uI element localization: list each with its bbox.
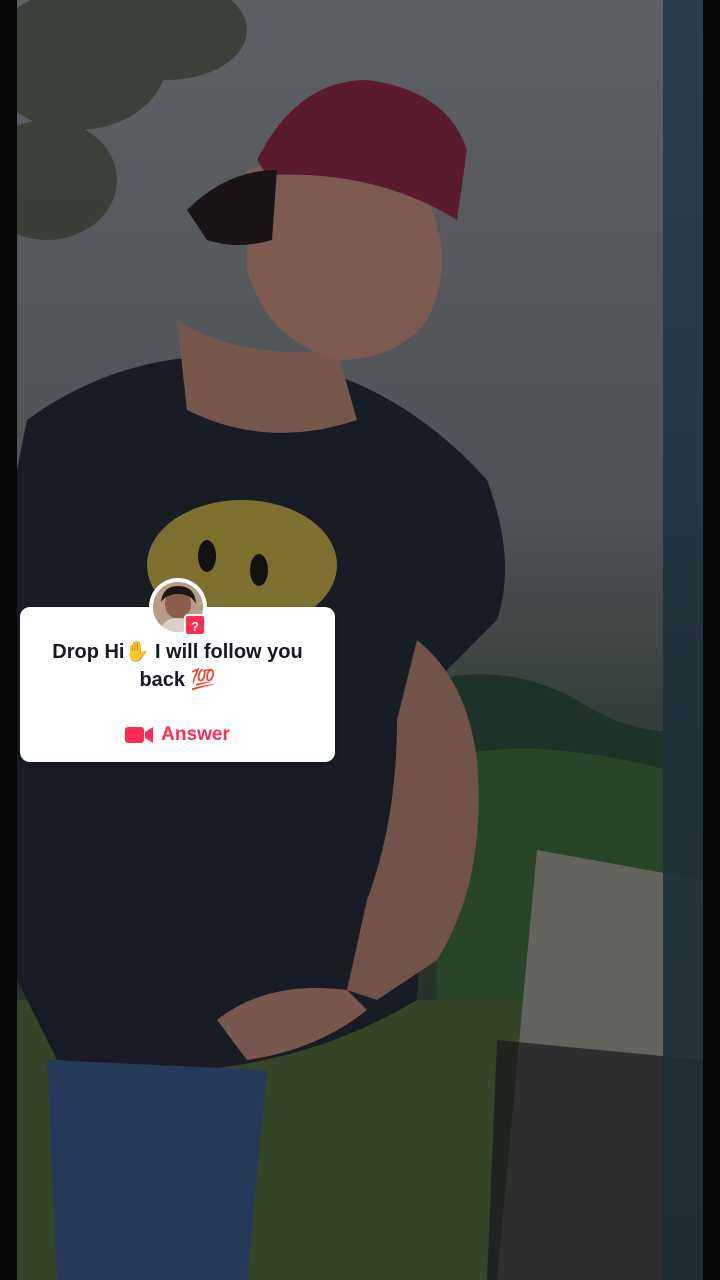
video-camera-icon xyxy=(125,727,154,743)
asker-avatar[interactable]: ? xyxy=(149,578,207,636)
answer-button[interactable]: Answer xyxy=(20,718,335,752)
question-badge-icon: ? xyxy=(184,614,206,636)
answer-label: Answer xyxy=(161,724,230,745)
question-text: Drop Hi✋ I will follow you back 💯 xyxy=(52,641,303,691)
